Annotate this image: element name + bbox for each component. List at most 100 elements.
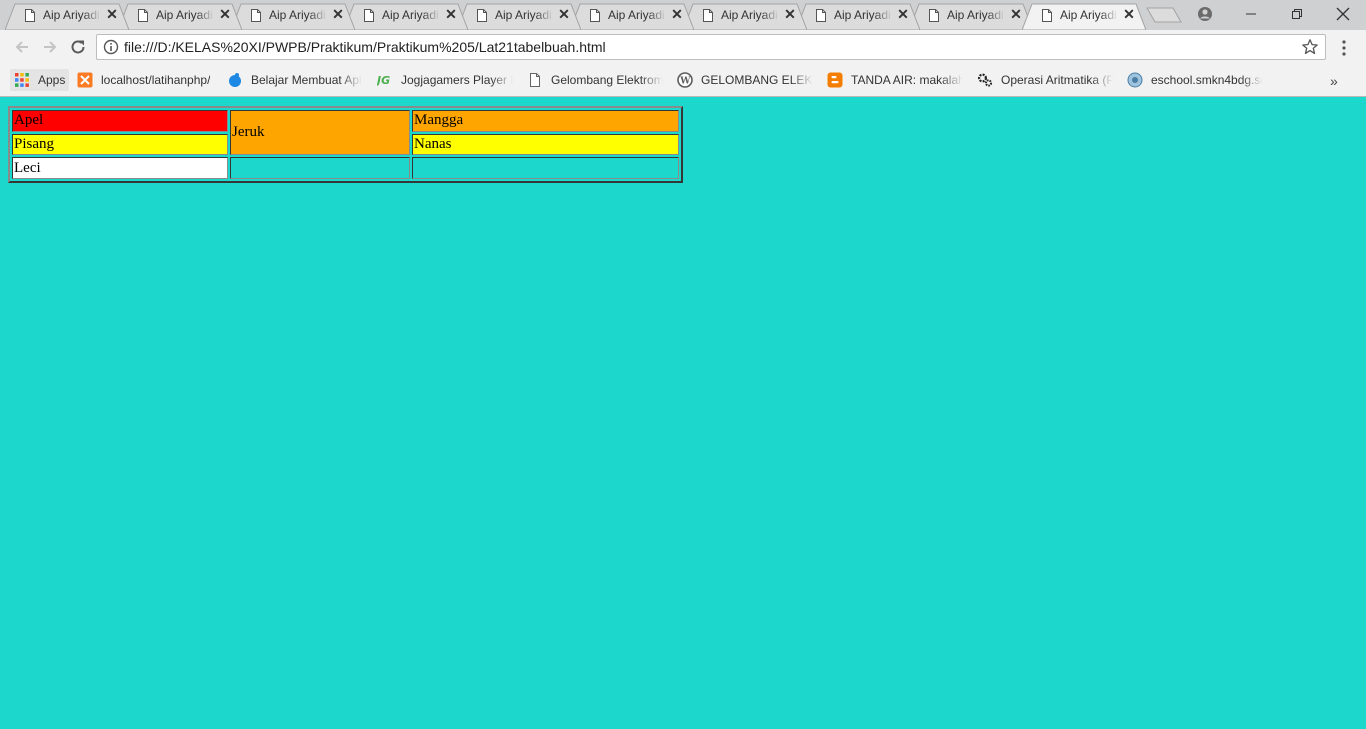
- tab-title: Aip Ariyadi: [495, 8, 553, 22]
- table-row: Apel Jeruk Mangga: [12, 110, 679, 132]
- close-icon[interactable]: ✕: [557, 7, 571, 21]
- profile-icon[interactable]: [1197, 6, 1213, 22]
- cell-mangga: Mangga: [412, 110, 679, 132]
- back-button[interactable]: [12, 37, 32, 57]
- close-window-button[interactable]: [1320, 0, 1366, 28]
- wordpress-icon: W: [677, 72, 693, 88]
- apps-grid-icon: [14, 72, 30, 88]
- reload-icon: [70, 39, 86, 55]
- cell-leci: Leci: [12, 157, 228, 179]
- tab-title: Aip Ariyadi: [608, 8, 666, 22]
- tab-strip: Aip Ariyadi ✕ Aip Ariyadi ✕ Aip Ariyadi ✕ Aip …: [0, 0, 1366, 30]
- cell-apel: Apel: [12, 110, 228, 132]
- tab[interactable]: Aip Ariyadi✕: [683, 3, 807, 30]
- fruit-table: Apel Jeruk Mangga Pisang Nanas Leci: [8, 106, 683, 183]
- bookmark-gelombang[interactable]: Gelombang Elektrom: [527, 69, 663, 91]
- arrow-left-icon: [14, 39, 30, 55]
- bookmark-apps[interactable]: Apps: [10, 69, 69, 91]
- tab[interactable]: Aip Ariyadi✕: [796, 3, 920, 30]
- page-icon: [364, 9, 374, 22]
- cell-empty-1: [230, 157, 410, 179]
- close-icon[interactable]: ✕: [670, 7, 684, 21]
- bookmark-label: eschool.smkn4bdg.sc: [1151, 73, 1263, 87]
- gears-icon: [977, 72, 993, 88]
- bookmark-label: localhost/latihanphp/: [101, 73, 210, 87]
- cell-pisang: Pisang: [12, 134, 228, 156]
- bookmark-label: TANDA AIR: makalah: [851, 73, 963, 87]
- close-icon[interactable]: ✕: [105, 7, 119, 21]
- bookmark-localhost[interactable]: localhost/latihanphp/: [77, 69, 210, 91]
- tab-title: Aip Ariyadi: [382, 8, 440, 22]
- restore-button[interactable]: [1274, 0, 1320, 28]
- tab-title: Aip Ariyadi: [269, 8, 327, 22]
- new-tab-button[interactable]: [1146, 7, 1182, 23]
- close-icon[interactable]: ✕: [1122, 7, 1136, 21]
- arrow-right-icon: [42, 39, 58, 55]
- tab[interactable]: Aip Ariyadi ✕: [231, 3, 355, 30]
- school-logo-icon: [1127, 72, 1143, 88]
- address-url[interactable]: file:///D:/KELAS%20XI/PWPB/Praktikum/Pra…: [124, 39, 606, 55]
- page-icon: [251, 9, 261, 22]
- table-row: Leci: [12, 157, 679, 179]
- bookmark-label: GELOMBANG ELEKTR: [701, 73, 813, 87]
- close-window-icon: [1336, 7, 1350, 21]
- cell-jeruk: Jeruk: [230, 110, 410, 155]
- bookmark-tanda-air[interactable]: TANDA AIR: makalah: [827, 69, 963, 91]
- star-icon[interactable]: [1301, 38, 1319, 56]
- svg-text:W: W: [679, 77, 691, 87]
- tab[interactable]: Aip Ariyadi ✕: [570, 3, 694, 30]
- tab[interactable]: Aip Ariyadi✕: [909, 3, 1033, 30]
- blogger-icon: [827, 72, 843, 88]
- bookmark-label: Operasi Aritmatika (P: [1001, 73, 1113, 87]
- tab[interactable]: Aip Ariyadi ✕: [344, 3, 468, 30]
- blue-blob-icon: [227, 72, 243, 88]
- tab-active[interactable]: Aip Ariyadi ✕: [1022, 3, 1146, 30]
- page-icon: [477, 9, 487, 22]
- page-icon: [527, 72, 543, 88]
- close-icon[interactable]: ✕: [331, 7, 345, 21]
- page-icon: [1042, 9, 1052, 22]
- close-icon[interactable]: ✕: [1009, 7, 1023, 21]
- page-icon: [816, 9, 826, 22]
- bookmarks-bar: Apps localhost/latihanphp/ Belajar Membu…: [0, 65, 1366, 97]
- page-icon: [25, 9, 35, 22]
- tab-title: Aip Ariyadi: [156, 8, 214, 22]
- forward-button[interactable]: [40, 37, 60, 57]
- restore-icon: [1291, 8, 1303, 20]
- address-bar[interactable]: file:///D:/KELAS%20XI/PWPB/Praktikum/Pra…: [96, 34, 1326, 60]
- bookmark-label: Belajar Membuat Apl: [251, 73, 362, 87]
- close-icon[interactable]: ✕: [444, 7, 458, 21]
- info-icon[interactable]: [103, 39, 119, 55]
- cell-empty-2: [412, 157, 679, 179]
- close-icon[interactable]: ✕: [218, 7, 232, 21]
- close-icon[interactable]: ✕: [783, 7, 797, 21]
- bookmarks-overflow-button[interactable]: »: [1330, 73, 1338, 89]
- browser-toolbar: file:///D:/KELAS%20XI/PWPB/Praktikum/Pra…: [0, 30, 1366, 65]
- xampp-icon: [77, 72, 93, 88]
- reload-button[interactable]: [68, 37, 88, 57]
- page-icon: [138, 9, 148, 22]
- tab[interactable]: Aip Ariyadi ✕: [118, 3, 242, 30]
- bookmark-label: Apps: [38, 73, 65, 87]
- page-icon: [929, 9, 939, 22]
- page-icon: [703, 9, 713, 22]
- close-icon[interactable]: ✕: [896, 7, 910, 21]
- tab[interactable]: Aip Ariyadi ✕: [5, 3, 129, 30]
- bookmark-operasi[interactable]: Operasi Aritmatika (P: [977, 69, 1113, 91]
- jg-icon: JG: [377, 72, 393, 88]
- bookmark-belajar[interactable]: Belajar Membuat Apl: [227, 69, 362, 91]
- cell-nanas: Nanas: [412, 134, 679, 156]
- menu-icon[interactable]: [1336, 38, 1352, 58]
- bookmark-label: Jogjagamers Player P: [401, 73, 513, 87]
- tab[interactable]: Aip Ariyadi ✕: [457, 3, 581, 30]
- page-content: Apel Jeruk Mangga Pisang Nanas Leci: [0, 97, 1366, 729]
- tab-title: Aip Ariyadi: [43, 8, 101, 22]
- minimize-button[interactable]: [1228, 0, 1274, 28]
- bookmark-eschool[interactable]: eschool.smkn4bdg.sc: [1127, 69, 1263, 91]
- tab-title: Aip Ariyadi: [1060, 8, 1118, 22]
- bookmark-jogjagamers[interactable]: JG Jogjagamers Player P: [377, 69, 513, 91]
- page-icon: [590, 9, 600, 22]
- bookmark-wordpress[interactable]: W GELOMBANG ELEKTR: [677, 69, 813, 91]
- svg-text:JG: JG: [377, 74, 390, 87]
- minimize-icon: [1245, 8, 1257, 20]
